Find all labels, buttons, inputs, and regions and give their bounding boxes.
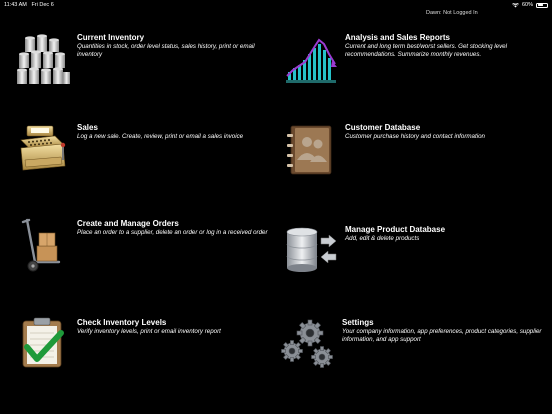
tile-title: Analysis and Sales Reports	[345, 33, 450, 42]
battery-percent: 60%	[521, 2, 533, 8]
battery-icon	[536, 2, 548, 8]
tile-description: Add, edit & delete products	[345, 235, 420, 242]
current-inventory-tile[interactable]: Current Inventory Quantities in stock, o…	[15, 32, 275, 92]
database-icon	[286, 227, 337, 272]
sales-tile[interactable]: Sales Log a new sale. Create, review, pr…	[15, 122, 275, 182]
tile-description: Customer purchase history and contact in…	[345, 133, 485, 140]
tile-description: Log a new sale. Create, review, print or…	[77, 133, 244, 140]
tile-description: Verify inventory levels, print or email …	[77, 328, 221, 335]
tile-title: Current Inventory	[77, 33, 145, 42]
analysis-sales-reports-tile[interactable]: Analysis and Sales Reports Current and l…	[283, 32, 545, 92]
wifi-icon	[512, 2, 519, 7]
status-date: Fri Dec 6	[31, 2, 54, 8]
address-book-icon	[287, 125, 332, 175]
gears-icon	[281, 319, 333, 368]
check-inventory-levels-tile[interactable]: Check Inventory Levels Verify inventory …	[15, 317, 275, 368]
battery-fill	[537, 4, 544, 6]
sales-chart-icon	[286, 38, 337, 83]
hand-truck-icon	[21, 218, 61, 272]
tile-description: Quantities in stock, order level status,…	[77, 43, 255, 58]
customer-database-tile[interactable]: Customer Database Customer purchase hist…	[283, 122, 545, 182]
clipboard-check-icon	[22, 317, 64, 368]
status-right: 60%	[512, 0, 548, 10]
tile-description: Place an order to a supplier, delete an …	[77, 229, 268, 236]
status-bar: 11:43 AM Fri Dec 6 60%	[0, 0, 552, 10]
tile-title: Customer Database	[345, 123, 421, 132]
tile-title: Manage Product Database	[345, 225, 446, 234]
manage-product-database-tile[interactable]: Manage Product Database Add, edit & dele…	[283, 224, 545, 274]
login-status: Dawn: Not Logged In	[426, 10, 478, 16]
inventory-stack-icon	[17, 34, 70, 84]
tile-description: Current and long term best/worst sellers…	[345, 43, 507, 58]
tile-title: Create and Manage Orders	[77, 219, 179, 228]
create-manage-orders-tile[interactable]: Create and Manage Orders Place an order …	[15, 218, 275, 278]
tile-description: Your company information, app preference…	[342, 328, 542, 343]
tile-title: Sales	[77, 123, 98, 132]
status-left: 11:43 AM Fri Dec 6	[4, 0, 54, 10]
status-time: 11:43 AM	[4, 2, 27, 8]
cash-register-icon	[20, 125, 66, 171]
tile-title: Check Inventory Levels	[77, 318, 167, 327]
tile-title: Settings	[342, 318, 374, 327]
settings-tile[interactable]: Settings Your company information, app p…	[280, 317, 545, 368]
